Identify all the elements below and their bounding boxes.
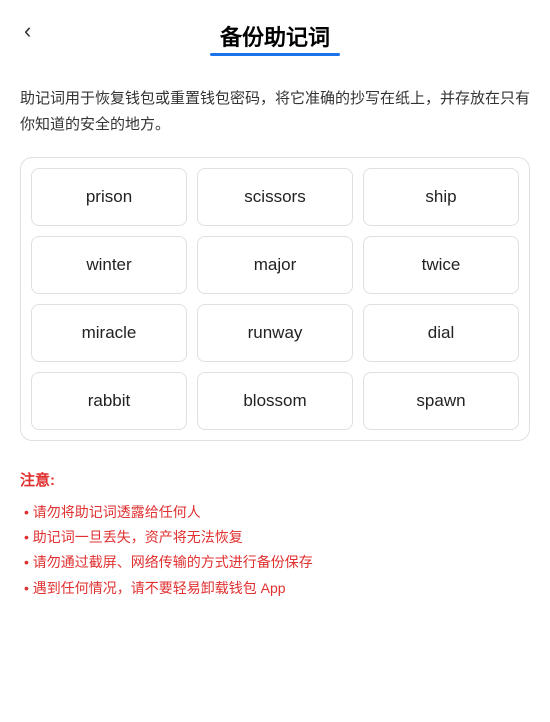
word-cell: blossom [197, 372, 353, 430]
page-header: ‹ 备份助记词 [0, 0, 550, 62]
word-cell: miracle [31, 304, 187, 362]
words-grid: prisonscissorsship wintermajortwice miracl… [31, 168, 519, 430]
notice-title: 注意: [20, 469, 530, 490]
words-grid-container: prisonscissorsship wintermajortwice miracl… [20, 157, 530, 441]
title-container: 备份助记词 [220, 20, 330, 52]
word-cell: rabbit [31, 372, 187, 430]
notice-item: 遇到任何情况，请不要轻易卸载钱包 App [20, 576, 530, 601]
notice-items: 请勿将助记词透露给任何人助记词一旦丢失，资产将无法恢复请勿通过截屏、网络传输的方… [20, 500, 530, 601]
notice-item: 助记词一旦丢失，资产将无法恢复 [20, 525, 530, 550]
notice-section: 注意: 请勿将助记词透露给任何人助记词一旦丢失，资产将无法恢复请勿通过截屏、网络… [20, 469, 530, 601]
word-cell: runway [197, 304, 353, 362]
word-cell: winter [31, 236, 187, 294]
word-cell: ship [363, 168, 519, 226]
word-cell: prison [31, 168, 187, 226]
page-title: 备份助记词 [220, 25, 330, 50]
word-cell: major [197, 236, 353, 294]
word-cell: dial [363, 304, 519, 362]
word-cell: spawn [363, 372, 519, 430]
word-cell: twice [363, 236, 519, 294]
notice-item: 请勿将助记词透露给任何人 [20, 500, 530, 525]
notice-item: 请勿通过截屏、网络传输的方式进行备份保存 [20, 550, 530, 575]
back-button[interactable]: ‹ [20, 14, 35, 48]
title-underline [210, 53, 340, 56]
word-cell: scissors [197, 168, 353, 226]
description-text: 助记词用于恢复钱包或重置钱包密码，将它准确的抄写在纸上，并存放在只有你知道的安全… [20, 86, 530, 137]
